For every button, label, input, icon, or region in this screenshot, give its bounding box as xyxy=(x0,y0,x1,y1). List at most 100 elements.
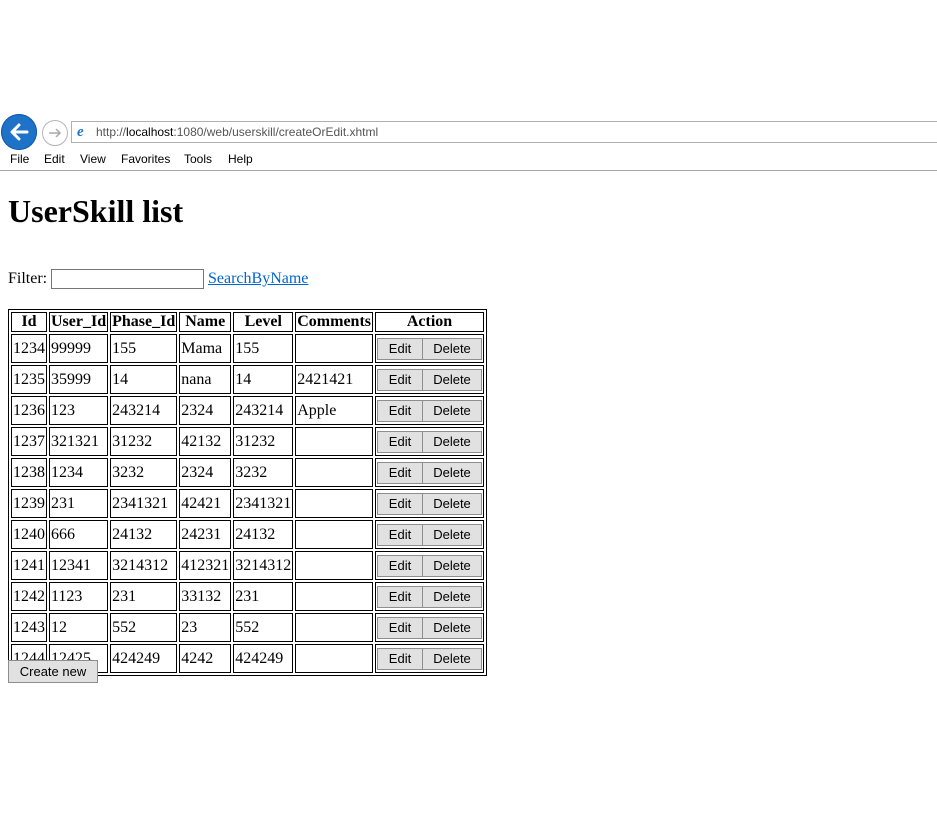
cell-phase-id: 231 xyxy=(110,582,178,611)
cell-comments: Apple xyxy=(295,396,373,425)
cell-comments xyxy=(295,582,373,611)
cell-action: Edit Delete xyxy=(375,644,484,673)
cell-comments xyxy=(295,644,373,673)
cell-id: 1241 xyxy=(11,551,47,580)
cell-phase-id: 3214312 xyxy=(110,551,178,580)
cell-name: 2324 xyxy=(179,396,232,425)
cell-user-id: 12341 xyxy=(49,551,109,580)
cell-phase-id: 424249 xyxy=(110,644,178,673)
address-bar[interactable]: e http://localhost:1080/web/userskill/cr… xyxy=(71,121,937,143)
header-name: Name xyxy=(179,312,232,332)
edit-button[interactable]: Edit xyxy=(377,399,423,422)
forward-button[interactable] xyxy=(42,120,68,146)
edit-button[interactable]: Edit xyxy=(377,647,423,670)
delete-button[interactable]: Delete xyxy=(422,368,482,391)
filter-input[interactable] xyxy=(51,269,204,289)
back-button[interactable] xyxy=(1,114,37,150)
cell-user-id: 1123 xyxy=(49,582,109,611)
cell-phase-id: 3232 xyxy=(110,458,178,487)
cell-action: Edit Delete xyxy=(375,458,484,487)
cell-phase-id: 552 xyxy=(110,613,178,642)
cell-phase-id: 155 xyxy=(110,334,178,363)
delete-button[interactable]: Delete xyxy=(422,616,482,639)
cell-level: 2341321 xyxy=(233,489,294,518)
cell-comments xyxy=(295,551,373,580)
cell-phase-id: 243214 xyxy=(110,396,178,425)
delete-button[interactable]: Delete xyxy=(422,492,482,515)
menu-favorites[interactable]: Favorites xyxy=(121,152,170,166)
delete-button[interactable]: Delete xyxy=(422,647,482,670)
cell-comments xyxy=(295,458,373,487)
cell-phase-id: 2341321 xyxy=(110,489,178,518)
cell-user-id: 231 xyxy=(49,489,109,518)
cell-name: 23 xyxy=(179,613,232,642)
cell-user-id: 321321 xyxy=(49,427,109,456)
cell-level: 155 xyxy=(233,334,294,363)
table-row: 1235 35999 14 nana 14 2421421 Edit Delete xyxy=(11,365,484,394)
table-row: 1241 12341 3214312 412321 3214312 Edit Delete xyxy=(11,551,484,580)
cell-id: 1237 xyxy=(11,427,47,456)
cell-comments: 2421421 xyxy=(295,365,373,394)
table-row: 1234 99999 155 Mama 155 Edit Delete xyxy=(11,334,484,363)
header-level: Level xyxy=(233,312,294,332)
delete-button[interactable]: Delete xyxy=(422,523,482,546)
edit-button[interactable]: Edit xyxy=(377,523,423,546)
url-text[interactable]: http://localhost:1080/web/userskill/crea… xyxy=(96,125,378,139)
userskill-table: Id User_Id Phase_Id Name Level Comments … xyxy=(8,309,487,676)
cell-id: 1242 xyxy=(11,582,47,611)
cell-action: Edit Delete xyxy=(375,489,484,518)
cell-comments xyxy=(295,334,373,363)
menu-file[interactable]: File xyxy=(10,152,29,166)
ie-logo-icon: e xyxy=(77,124,84,140)
delete-button[interactable]: Delete xyxy=(422,430,482,453)
create-new-button[interactable]: Create new xyxy=(8,660,98,683)
cell-id: 1234 xyxy=(11,334,47,363)
cell-name: 2324 xyxy=(179,458,232,487)
delete-button[interactable]: Delete xyxy=(422,337,482,360)
table-row: 1242 1123 231 33132 231 Edit Delete xyxy=(11,582,484,611)
delete-button[interactable]: Delete xyxy=(422,585,482,608)
cell-comments xyxy=(295,427,373,456)
filter-row: Filter: SearchByName xyxy=(8,268,308,290)
cell-name: 33132 xyxy=(179,582,232,611)
header-id: Id xyxy=(11,312,47,332)
back-arrow-icon xyxy=(10,123,29,141)
menu-tools[interactable]: Tools xyxy=(184,152,212,166)
cell-action: Edit Delete xyxy=(375,520,484,549)
delete-button[interactable]: Delete xyxy=(422,554,482,577)
navigation-row: e http://localhost:1080/web/userskill/cr… xyxy=(0,113,937,150)
cell-id: 1238 xyxy=(11,458,47,487)
menu-view[interactable]: View xyxy=(80,152,106,166)
cell-name: 4242 xyxy=(179,644,232,673)
cell-action: Edit Delete xyxy=(375,365,484,394)
cell-action: Edit Delete xyxy=(375,582,484,611)
cell-action: Edit Delete xyxy=(375,551,484,580)
edit-button[interactable]: Edit xyxy=(377,430,423,453)
menu-edit[interactable]: Edit xyxy=(44,152,65,166)
cell-name: 24231 xyxy=(179,520,232,549)
edit-button[interactable]: Edit xyxy=(377,461,423,484)
table-row: 1237 321321 31232 42132 31232 Edit Delete xyxy=(11,427,484,456)
cell-id: 1243 xyxy=(11,613,47,642)
cell-comments xyxy=(295,520,373,549)
search-by-name-link[interactable]: SearchByName xyxy=(208,268,308,290)
edit-button[interactable]: Edit xyxy=(377,492,423,515)
edit-button[interactable]: Edit xyxy=(377,585,423,608)
delete-button[interactable]: Delete xyxy=(422,399,482,422)
cell-name: Mama xyxy=(179,334,232,363)
menu-help[interactable]: Help xyxy=(228,152,253,166)
table-row: 1243 12 552 23 552 Edit Delete xyxy=(11,613,484,642)
edit-button[interactable]: Edit xyxy=(377,616,423,639)
cell-user-id: 666 xyxy=(49,520,109,549)
cell-action: Edit Delete xyxy=(375,334,484,363)
edit-button[interactable]: Edit xyxy=(377,337,423,360)
cell-user-id: 35999 xyxy=(49,365,109,394)
delete-button[interactable]: Delete xyxy=(422,461,482,484)
edit-button[interactable]: Edit xyxy=(377,368,423,391)
cell-level: 3232 xyxy=(233,458,294,487)
forward-arrow-icon xyxy=(49,128,62,138)
table-row: 1240 666 24132 24231 24132 Edit Delete xyxy=(11,520,484,549)
cell-level: 3214312 xyxy=(233,551,294,580)
table-row: 1239 231 2341321 42421 2341321 Edit Delete xyxy=(11,489,484,518)
edit-button[interactable]: Edit xyxy=(377,554,423,577)
